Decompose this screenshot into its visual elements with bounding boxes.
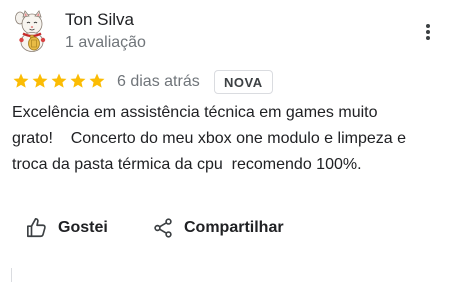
star-icon xyxy=(89,73,105,88)
review-date: 6 dias atrás xyxy=(117,73,200,90)
star-icon xyxy=(32,73,48,88)
more-options-button[interactable] xyxy=(418,20,438,44)
star-icon xyxy=(51,73,67,88)
author-review-count: 1 avaliação xyxy=(65,34,146,51)
star-rating xyxy=(12,72,106,92)
like-label: Gostei xyxy=(58,219,108,236)
thumbs-up-icon xyxy=(27,218,46,238)
like-button[interactable]: Gostei xyxy=(26,214,108,242)
new-badge: NOVA xyxy=(214,70,273,94)
star-icon xyxy=(70,73,86,88)
review-text: Excelência em assistência técnica em gam… xyxy=(12,104,406,173)
share-icon xyxy=(154,218,172,238)
lucky-cat-avatar-icon xyxy=(15,10,46,52)
divider xyxy=(11,268,12,282)
author-name[interactable]: Ton Silva xyxy=(65,10,134,30)
avatar[interactable] xyxy=(14,10,48,52)
star-icon xyxy=(13,73,29,88)
review-card: Ton Silva 1 avaliação 6 dias atrás NOVA … xyxy=(0,0,452,284)
more-vert-icon xyxy=(426,24,430,40)
share-button[interactable]: Compartilhar xyxy=(152,214,284,242)
share-label: Compartilhar xyxy=(184,219,284,236)
